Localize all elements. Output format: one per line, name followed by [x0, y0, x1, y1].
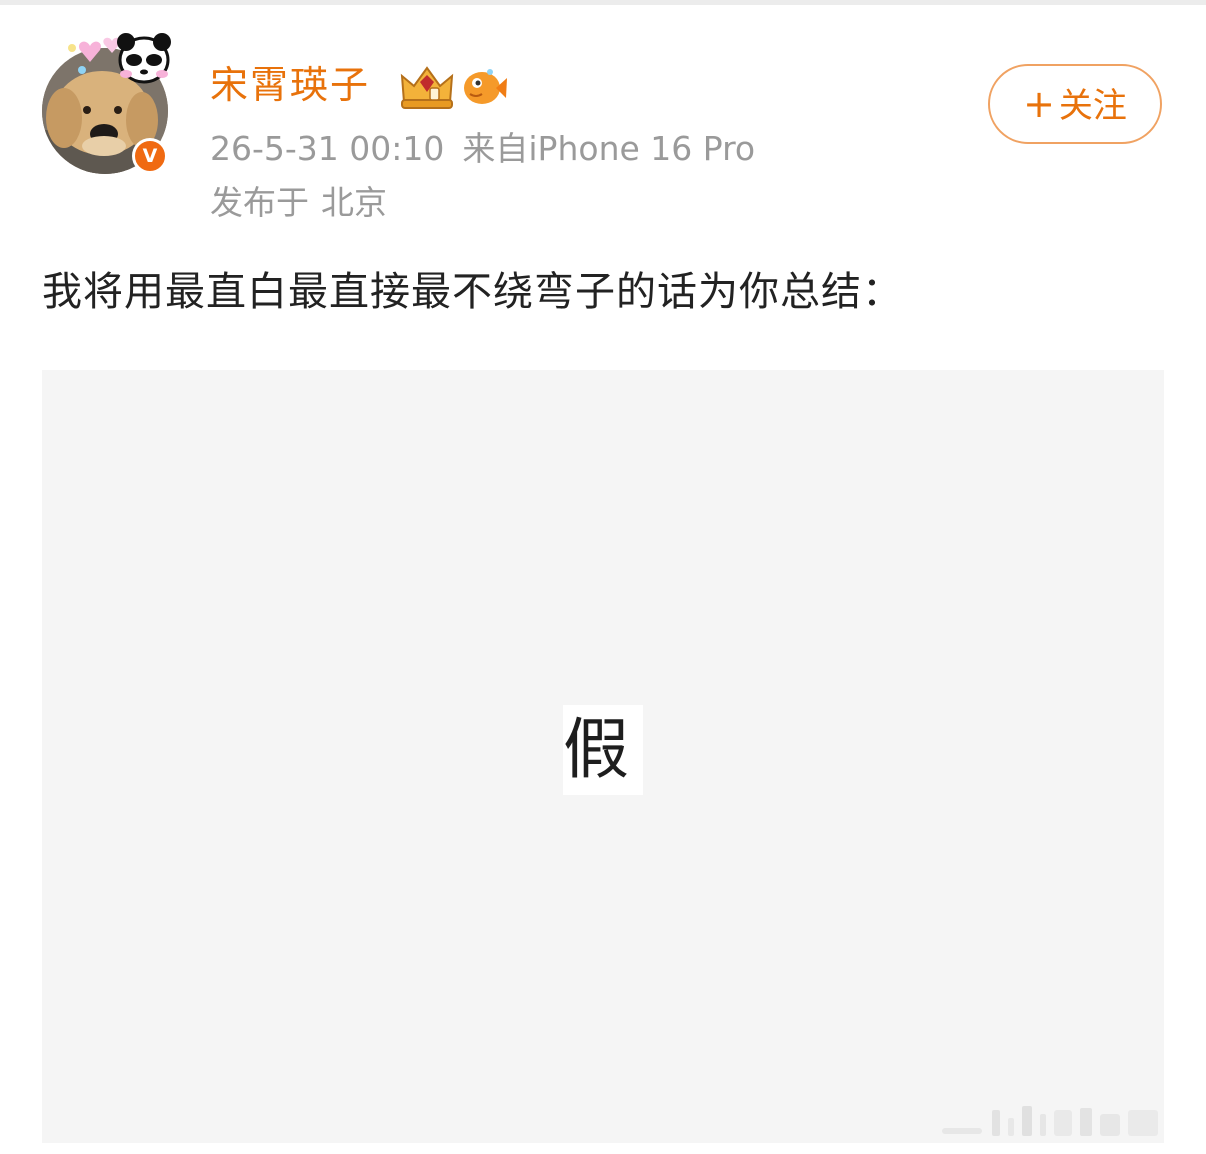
avatar-panda-decoration-icon	[68, 33, 171, 84]
author-name[interactable]: 宋霄瑛子	[210, 60, 370, 110]
location-label: 发布于	[210, 183, 309, 222]
follow-button[interactable]: + 关注	[988, 64, 1162, 144]
post-location: 发布于 北京	[210, 181, 387, 225]
post-header: V 宋霄瑛子 26-5-31 00:10 来自iPhone 16 Pro 发布于北…	[0, 0, 1206, 240]
crown-badge-icon[interactable]	[398, 62, 456, 110]
follow-label: 关注	[1058, 86, 1127, 126]
image-caption-text: 假	[563, 705, 643, 795]
post-meta: 26-5-31 00:10 来自iPhone 16 Pro	[210, 127, 755, 171]
post-source[interactable]: 来自iPhone 16 Pro	[462, 129, 755, 168]
fish-badge-icon[interactable]	[460, 62, 508, 110]
post-image[interactable]: 假	[42, 370, 1164, 1143]
post-body-text: 我将用最直白最直接最不绕弯子的话为你总结：	[42, 269, 903, 315]
avatar[interactable]: V	[40, 30, 176, 180]
post-time: 26-5-31 00:10	[210, 129, 445, 168]
location-value: 北京	[321, 183, 387, 222]
verified-badge-icon: V	[132, 138, 168, 174]
image-caption: 假	[42, 705, 1164, 795]
plus-icon: +	[1023, 82, 1055, 126]
watermark-icon	[942, 1106, 1158, 1136]
